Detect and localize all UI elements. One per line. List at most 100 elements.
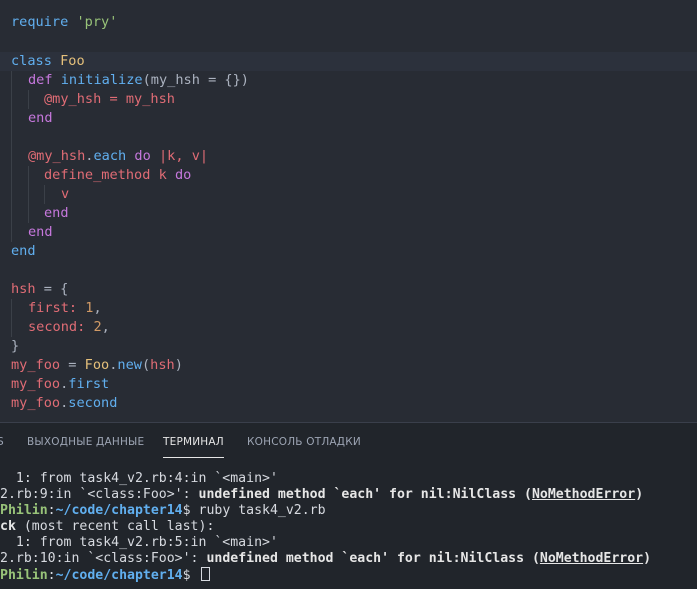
code-keyword: end (11, 243, 36, 259)
code-line-4: def initialize(my_hsh = {}) (0, 71, 697, 90)
terminal-line: 1: from task4_v2.rb:4:in `<main>' (0, 471, 278, 486)
tab-output[interactable]: ВЫХОДНЫЕ ДАННЫЕ (27, 436, 144, 458)
indent-guide (11, 109, 12, 128)
code-line-15: hsh = { (0, 280, 697, 299)
code-params: (my_hsh = {}) (142, 72, 249, 88)
prompt-user: Philin (0, 503, 48, 518)
code-symbol-key: first: (28, 300, 78, 316)
indent-guide (11, 166, 12, 185)
terminal-line: Philin:~/code/chapter14$ ruby task4_v2.r… (0, 503, 326, 519)
code-line-8: @my_hsh.each do |k, v| (0, 147, 697, 166)
indent-guide (11, 90, 12, 109)
indent-guide (11, 299, 12, 318)
code-operator: = (60, 357, 85, 373)
code-keyword: end (28, 110, 53, 126)
indent-guide (11, 185, 12, 204)
indent-guide (11, 318, 12, 337)
code-variable: my_hsh (125, 91, 175, 107)
code-ivar: @my_hsh (28, 148, 86, 164)
error-paren: ) (635, 487, 644, 502)
terminal-prompt-line[interactable]: Philin:~/code/chapter14$ (0, 567, 210, 583)
terminal-text: 2.rb:9:in `<class:Foo>': (0, 487, 199, 502)
indent-guide (11, 71, 12, 90)
code-class-name: Foo (60, 53, 85, 69)
code-method: define_method (44, 167, 151, 183)
code-line-11: end (0, 204, 697, 223)
prompt-user: Philin (0, 568, 48, 583)
prompt-path: ~/code/chapter14 (55, 503, 183, 518)
code-line-7 (0, 128, 697, 147)
terminal-line: 2.rb:9:in `<class:Foo>': undefined metho… (0, 487, 643, 503)
code-line-20: my_foo.first (0, 375, 697, 394)
code-class-name: Foo (84, 357, 110, 373)
code-keyword: def (28, 72, 53, 88)
indent-guide (11, 204, 12, 223)
code-variable: my_foo (11, 395, 61, 411)
code-keyword: end (28, 224, 53, 240)
code-keyword: do (134, 148, 151, 164)
prompt-symbol: $ (182, 568, 199, 583)
code-paren: ( (141, 357, 151, 373)
error-message: undefined method `each' for nil:NilClass… (206, 551, 540, 566)
code-comma: , (93, 300, 102, 316)
prompt-separator: : (47, 568, 56, 583)
error-class: NoMethodError (531, 487, 636, 502)
terminal-cursor (200, 567, 210, 581)
code-editor[interactable]: require 'pry' class Foo def initialize(m… (0, 0, 697, 422)
terminal-text: 2.rb:10:in `<class:Foo>': (0, 551, 207, 566)
code-symbol-key: second: (28, 319, 86, 335)
code-method: new (117, 357, 142, 373)
code-line-16: first: 1, (0, 299, 697, 318)
terminal-line: 2.rb:10:in `<class:Foo>': undefined meth… (0, 551, 651, 567)
prompt-separator: : (47, 503, 56, 518)
panel-tabs: S ВЫХОДНЫЕ ДАННЫЕ ТЕРМИНАЛ КОНСОЛЬ ОТЛАД… (0, 423, 697, 463)
terminal-output[interactable]: 1: from task4_v2.rb:4:in `<main>' 2.rb:9… (0, 471, 697, 589)
code-variable: hsh (150, 357, 175, 373)
code-string: 'pry' (76, 14, 118, 30)
terminal-line: 1: from task4_v2.rb:5:in `<main>' (0, 535, 278, 550)
code-variable: v (61, 186, 70, 202)
code-keyword: class (11, 53, 52, 69)
code-block-params: |k, v| (150, 148, 209, 164)
code-line-3: class Foo (0, 52, 697, 71)
code-line-12: end (0, 223, 697, 242)
error-class: NoMethodError (539, 551, 644, 566)
indent-guide (44, 185, 45, 204)
code-comma: , (101, 319, 110, 335)
code-line-10: v (0, 185, 697, 204)
code-ivar: @my_hsh (44, 91, 102, 107)
indent-guide (11, 147, 12, 166)
tab-problems-partial[interactable]: S (0, 436, 4, 458)
code-keyword: do (174, 167, 192, 183)
code-brace: } (11, 338, 20, 354)
error-paren: ) (643, 551, 652, 566)
indent-guide (28, 90, 29, 109)
code-method: second (68, 395, 118, 411)
code-line-18: } (0, 337, 697, 356)
terminal-text: ck (0, 519, 16, 534)
code-line-21: my_foo.second (0, 394, 697, 413)
code-variable: k (150, 167, 175, 183)
terminal-command: $ ruby task4_v2.rb (182, 503, 326, 518)
prompt-path: ~/code/chapter14 (55, 568, 183, 583)
code-method: each (93, 148, 127, 164)
code-line-17: second: 2, (0, 318, 697, 337)
error-message: undefined method `each' for nil:NilClass… (198, 487, 532, 502)
code-operator: = (101, 91, 126, 107)
bottom-panel: S ВЫХОДНЫЕ ДАННЫЕ ТЕРМИНАЛ КОНСОЛЬ ОТЛАД… (0, 422, 697, 588)
code-variable: my_foo (11, 376, 61, 392)
code-keyword: end (44, 205, 69, 221)
code-function-name: initialize (60, 72, 143, 88)
code-line-9: define_method k do (0, 166, 697, 185)
code-line-13: end (0, 242, 697, 261)
indent-guide (11, 128, 12, 147)
indent-guide (28, 185, 29, 204)
indent-guide (28, 166, 29, 185)
code-operator: = { (35, 281, 69, 297)
code-line-6: end (0, 109, 697, 128)
tab-terminal[interactable]: ТЕРМИНАЛ (163, 436, 224, 458)
code-line-19: my_foo = Foo.new(hsh) (0, 356, 697, 375)
tab-debug-console[interactable]: КОНСОЛЬ ОТЛАДКИ (247, 436, 361, 458)
code-line-1: require 'pry' (0, 13, 697, 32)
